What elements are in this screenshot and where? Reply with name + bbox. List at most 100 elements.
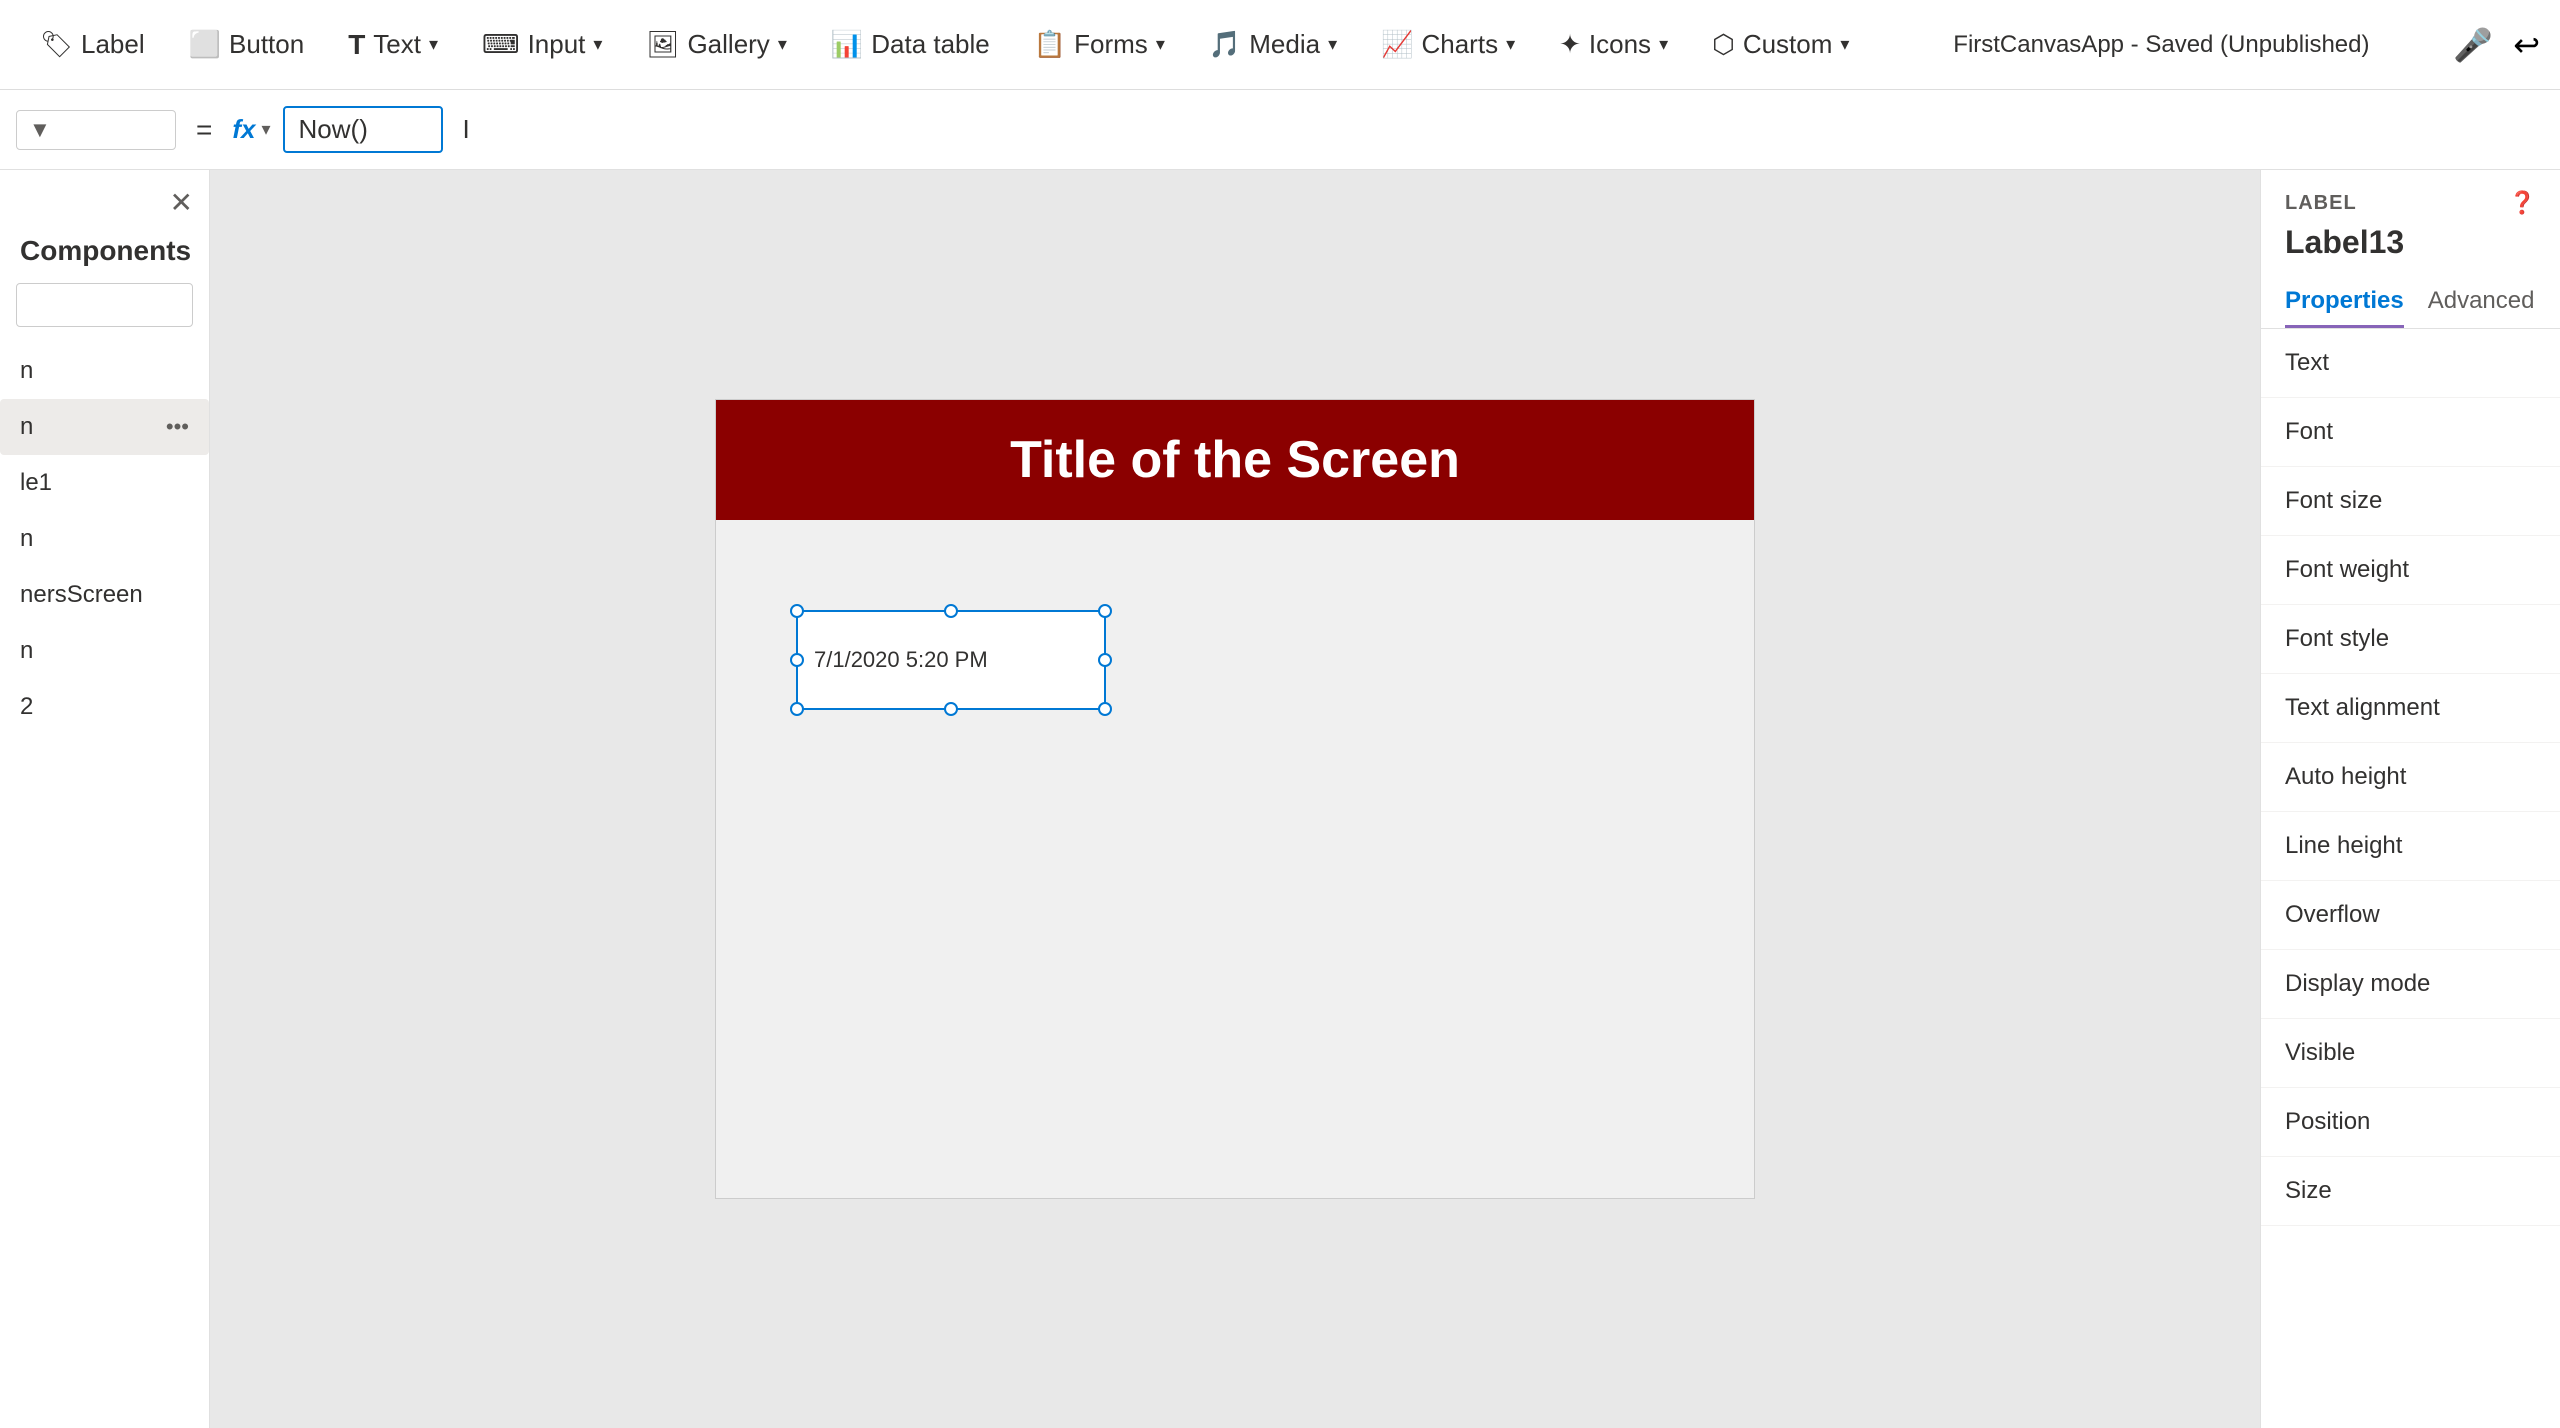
gallery-button[interactable]: 🖼 Gallery ▾ [626,19,806,70]
prop-fontsize-label: Font size [2285,487,2382,515]
handle-bottom-right[interactable] [1098,702,1112,716]
sidebar-item-3[interactable]: le1 [0,455,209,511]
button-button[interactable]: ⬜ Button [169,19,325,70]
handle-top-left[interactable] [790,604,804,618]
datatable-icon: 📊 [831,29,863,60]
sidebar-item-7[interactable]: 2 [0,679,209,735]
text-chevron-icon: ▾ [429,34,438,55]
fx-chevron-icon: ▾ [261,119,270,140]
handle-mid-right[interactable] [1098,653,1112,667]
text-icon: T [348,29,365,61]
prop-size-label: Size [2285,1177,2332,1205]
prop-font[interactable]: Font [2261,398,2560,467]
formula-dropdown[interactable]: ▼ [16,110,176,150]
right-panel-header: LABEL ❓ [2261,170,2560,224]
close-sidebar-button[interactable]: ✕ [170,186,193,219]
prop-fontsize[interactable]: Font size [2261,467,2560,536]
handle-mid-left[interactable] [790,653,804,667]
sidebar-item-2[interactable]: n ••• [0,399,209,455]
sidebar-item-4[interactable]: n [0,511,209,567]
prop-font-label: Font [2285,418,2333,446]
prop-displaymode-label: Display mode [2285,970,2430,998]
handle-bottom-left[interactable] [790,702,804,716]
sidebar-item-5[interactable]: nersScreen [0,567,209,623]
sidebar-search-input[interactable] [16,283,193,327]
prop-fontstyle-label: Font style [2285,625,2389,653]
sidebar-item-label-5: nersScreen [20,581,143,608]
prop-lineheight[interactable]: Line height [2261,812,2560,881]
forms-chevron-icon: ▾ [1156,34,1165,55]
help-icon[interactable]: ❓ [2509,190,2536,216]
custom-button[interactable]: ⬡ Custom ▾ [1692,19,1869,70]
tab-advanced[interactable]: Advanced [2428,277,2535,328]
sidebar-item-1[interactable]: n [0,343,209,399]
media-chevron-icon: ▾ [1328,34,1337,55]
charts-chevron-icon: ▾ [1506,34,1515,55]
control-type-label: LABEL [2285,192,2357,215]
input-icon: ⌨ [482,29,520,60]
button-button-text: Button [229,29,304,60]
custom-icon: ⬡ [1712,29,1735,60]
charts-icon: 📈 [1381,29,1413,60]
media-button[interactable]: 🎵 Media ▾ [1189,19,1357,70]
prop-autoheight[interactable]: Auto height [2261,743,2560,812]
right-panel: LABEL ❓ Label13 Properties Advanced Text… [2260,170,2560,1428]
sidebar-item-label-7: 2 [20,693,33,720]
label-button[interactable]: 🏷 Label [20,19,165,70]
sidebar-item-label-3: le1 [20,469,52,496]
handle-top-right[interactable] [1098,604,1112,618]
screen-title-bar: Title of the Screen [716,400,1754,520]
prop-displaymode[interactable]: Display mode [2261,950,2560,1019]
icons-button-text: Icons [1589,29,1651,60]
prop-fontweight-label: Font weight [2285,556,2409,584]
sidebar-item-label-6: n [20,637,33,664]
right-icons: 🎤 ↩ [2453,26,2540,64]
equals-sign: = [188,114,220,146]
sidebar-item-dots[interactable]: ••• [166,414,189,440]
formula-input[interactable]: Now() [283,106,443,153]
prop-visible-label: Visible [2285,1039,2355,1067]
prop-fontweight[interactable]: Font weight [2261,536,2560,605]
sidebar-item-label-4: n [20,525,33,552]
prop-textalignment-label: Text alignment [2285,694,2440,722]
app-title-area: FirstCanvasApp - Saved (Unpublished) [1873,31,2449,59]
handle-bottom-center[interactable] [944,702,958,716]
gallery-chevron-icon: ▾ [778,34,787,55]
prop-lineheight-label: Line height [2285,832,2402,860]
tab-properties-label: Properties [2285,287,2404,314]
charts-button[interactable]: 📈 Charts ▾ [1361,19,1535,70]
prop-size[interactable]: Size [2261,1157,2560,1226]
prop-visible[interactable]: Visible [2261,1019,2560,1088]
fx-button[interactable]: fx ▾ [232,114,270,145]
custom-chevron-icon: ▾ [1840,34,1849,55]
prop-fontstyle[interactable]: Font style [2261,605,2560,674]
label-control[interactable]: 7/1/2020 5:20 PM [796,610,1106,710]
undo-icon[interactable]: ↩ [2513,26,2540,64]
gallery-button-text: Gallery [687,29,769,60]
input-button[interactable]: ⌨ Input ▾ [462,19,622,70]
microphone-icon[interactable]: 🎤 [2453,26,2493,64]
prop-overflow[interactable]: Overflow [2261,881,2560,950]
input-chevron-icon: ▾ [593,34,602,55]
sidebar-item-6[interactable]: n [0,623,209,679]
icons-icon: ✦ [1559,29,1581,60]
label-icon: 🏷 [40,29,73,60]
label-text-value: 7/1/2020 5:20 PM [814,647,988,673]
tab-properties[interactable]: Properties [2285,277,2404,328]
button-icon: ⬜ [189,29,221,60]
handle-top-center[interactable] [944,604,958,618]
datatable-button[interactable]: 📊 Data table [811,19,1010,70]
gallery-icon: 🖼 [646,29,679,60]
prop-position[interactable]: Position [2261,1088,2560,1157]
icons-button[interactable]: ✦ Icons ▾ [1539,19,1688,70]
sidebar-item-label-1: n [20,357,33,384]
forms-icon: 📋 [1034,29,1066,60]
canvas-area[interactable]: Title of the Screen 7/1/2020 5:20 PM [210,170,2260,1428]
sidebar-close-area: ✕ [0,170,209,235]
text-button[interactable]: T Text ▾ [328,19,458,71]
prop-textalignment[interactable]: Text alignment [2261,674,2560,743]
forms-button[interactable]: 📋 Forms ▾ [1014,19,1185,70]
formula-cursor: I [463,114,470,145]
right-panel-tabs: Properties Advanced [2261,277,2560,329]
prop-text[interactable]: Text [2261,329,2560,398]
